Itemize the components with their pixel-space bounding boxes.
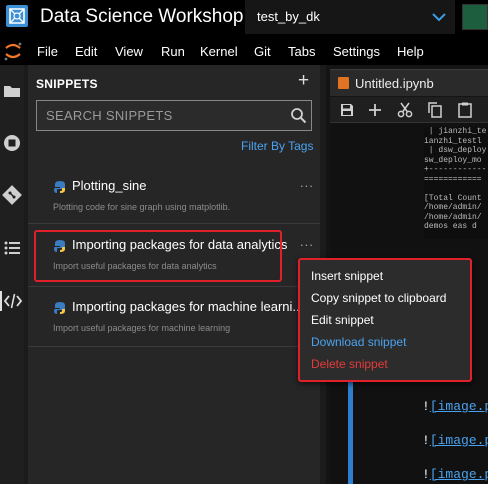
- git-icon[interactable]: [2, 185, 22, 205]
- add-snippet-button[interactable]: +: [298, 71, 309, 90]
- app-logo-icon: [6, 5, 28, 27]
- snippet-more-button[interactable]: ...: [300, 234, 314, 249]
- list-icon[interactable]: [2, 238, 22, 258]
- menu-kernel[interactable]: Kernel: [200, 44, 238, 59]
- download-snippet-menu-item[interactable]: Download snippet: [311, 335, 406, 349]
- save-icon[interactable]: [338, 101, 356, 119]
- snippet-item[interactable]: Plotting_sine Plotting code for sine gra…: [28, 166, 320, 220]
- title-bar: Data Science Workshop test_by_dk: [0, 0, 488, 36]
- snippet-name: Importing packages for machine learni...: [72, 299, 304, 314]
- insert-snippet-menu-item[interactable]: Insert snippet: [311, 269, 383, 283]
- workspace-extra-icon[interactable]: [462, 4, 488, 30]
- workspace-select[interactable]: test_by_dk: [245, 0, 455, 34]
- menu-view[interactable]: View: [115, 44, 143, 59]
- cell-output: | jianzhi_te ianzhi_testl | dsw_deploy s…: [424, 127, 488, 239]
- md-prefix: !: [422, 467, 430, 482]
- tab-label: Untitled.ipynb: [355, 76, 434, 91]
- snippet-context-menu: Insert snippet Copy snippet to clipboard…: [298, 258, 472, 382]
- filter-by-tags-link[interactable]: Filter By Tags: [241, 139, 313, 153]
- cut-icon[interactable]: [396, 101, 414, 119]
- code-snippet-icon[interactable]: [0, 291, 24, 311]
- menu-edit[interactable]: Edit: [75, 44, 97, 59]
- paste-icon[interactable]: [456, 101, 474, 119]
- jupyter-icon: [4, 42, 22, 61]
- add-icon[interactable]: [366, 101, 384, 119]
- divider: [28, 346, 320, 347]
- markdown-line: ![image.p: [422, 399, 488, 414]
- notebook-toolbar: [330, 97, 488, 123]
- menu-file[interactable]: File: [37, 44, 58, 59]
- tab-untitled-notebook[interactable]: Untitled.ipynb: [330, 69, 488, 96]
- notebook-icon: [338, 77, 349, 89]
- image-link[interactable]: [image.p: [430, 467, 488, 482]
- snippets-sidebar: SNIPPETS + Filter By Tags Plotting_sine …: [28, 65, 320, 484]
- delete-snippet-menu-item[interactable]: Delete snippet: [311, 357, 388, 371]
- search-box: [36, 100, 312, 131]
- app-title: Data Science Workshop: [40, 6, 244, 27]
- running-icon[interactable]: [2, 133, 22, 153]
- md-prefix: !: [422, 433, 430, 448]
- folder-icon[interactable]: [2, 81, 22, 101]
- activity-bar: [0, 65, 24, 484]
- markdown-line: ![image.p: [422, 467, 488, 482]
- workspace-name: test_by_dk: [257, 9, 320, 24]
- search-icon[interactable]: [290, 107, 307, 124]
- python-icon: [54, 302, 65, 314]
- edit-snippet-menu-item[interactable]: Edit snippet: [311, 313, 374, 327]
- menu-run[interactable]: Run: [161, 44, 185, 59]
- sidebar-title: SNIPPETS: [36, 77, 98, 91]
- snippet-more-button[interactable]: ...: [300, 175, 314, 190]
- copy-snippet-menu-item[interactable]: Copy snippet to clipboard: [311, 291, 446, 305]
- menu-git[interactable]: Git: [254, 44, 271, 59]
- snippet-description: Plotting code for sine graph using matpl…: [53, 202, 231, 212]
- snippet-name: Plotting_sine: [72, 178, 147, 193]
- copy-icon[interactable]: [426, 101, 444, 119]
- md-prefix: !: [422, 399, 430, 414]
- snippet-highlight-box: [34, 230, 282, 282]
- chevron-down-icon: [432, 13, 446, 22]
- image-link[interactable]: [image.p: [430, 433, 488, 448]
- python-icon: [54, 181, 65, 193]
- menu-tabs[interactable]: Tabs: [288, 44, 315, 59]
- divider: [28, 223, 320, 224]
- markdown-line: ![image.p: [422, 433, 488, 448]
- snippet-description: Import useful packages for machine learn…: [53, 323, 231, 333]
- search-input[interactable]: [37, 101, 277, 130]
- image-link[interactable]: [image.p: [430, 399, 488, 414]
- menu-bar: File Edit View Run Kernel Git Tabs Setti…: [0, 36, 488, 65]
- menu-settings[interactable]: Settings: [333, 44, 380, 59]
- menu-help[interactable]: Help: [397, 44, 424, 59]
- snippet-item[interactable]: Importing packages for machine learni...…: [28, 287, 320, 341]
